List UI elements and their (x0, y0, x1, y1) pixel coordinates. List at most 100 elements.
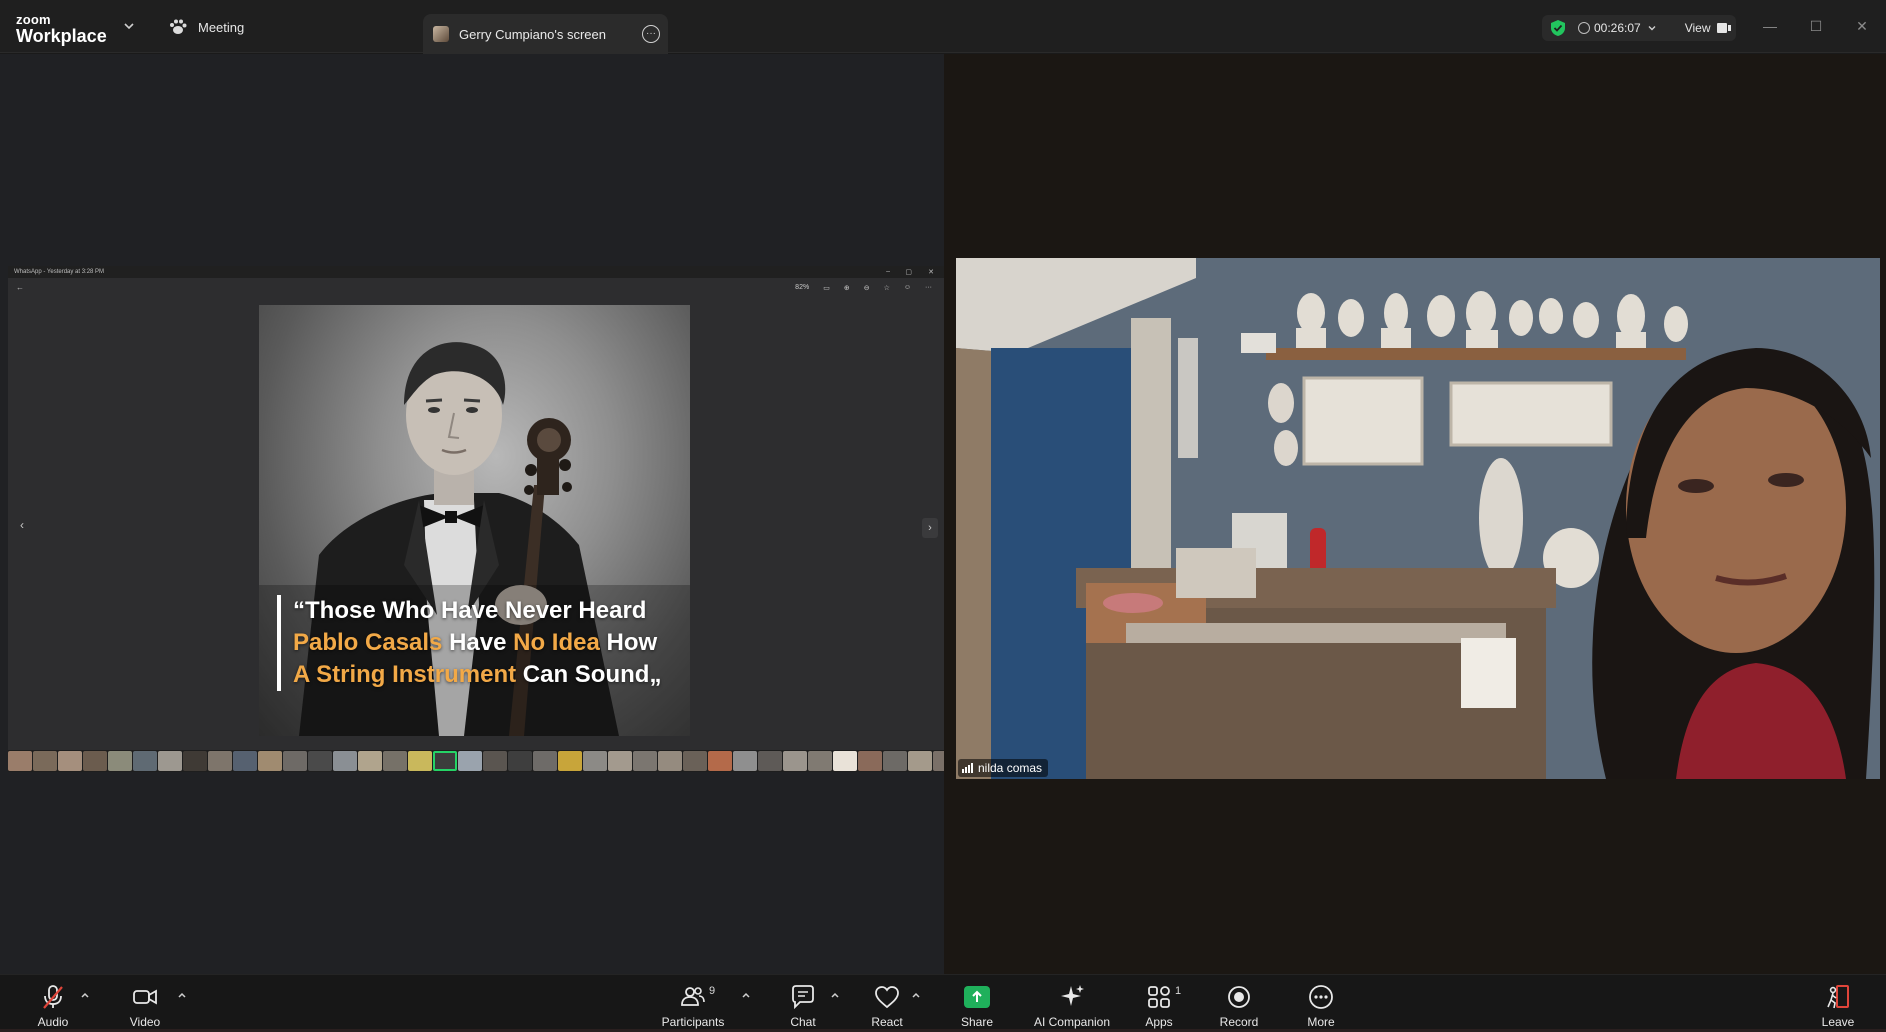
zoom-logo[interactable]: zoom Workplace (16, 13, 107, 45)
participants-button[interactable]: Participants (648, 983, 738, 1029)
media-thumbnail[interactable] (258, 751, 282, 771)
chevron-up-icon[interactable] (176, 989, 188, 1001)
media-thumbnail[interactable] (308, 751, 332, 771)
media-thumbnail[interactable] (583, 751, 607, 771)
ai-companion-button[interactable]: AI Companion (1027, 983, 1117, 1029)
media-thumbnail[interactable] (508, 751, 532, 771)
media-thumbnail[interactable] (333, 751, 357, 771)
media-thumbnail[interactable] (83, 751, 107, 771)
leave-button[interactable]: Leave (1793, 983, 1883, 1029)
chevron-down-icon[interactable] (1647, 23, 1657, 33)
media-thumbnail[interactable] (733, 751, 757, 771)
media-thumbnail-selected[interactable] (433, 751, 457, 771)
quote-highlight3: A String Instrument (293, 661, 517, 688)
chat-label: Chat (790, 1015, 816, 1029)
participant-video-frame (956, 258, 1880, 779)
chevron-down-icon[interactable] (122, 19, 136, 33)
media-thumbnail[interactable] (808, 751, 832, 771)
viewer-title: WhatsApp - Yesterday at 3:28 PM (14, 269, 105, 275)
apps-label: Apps (1145, 1015, 1173, 1029)
media-thumbnail[interactable] (458, 751, 482, 771)
more-icon[interactable]: ··· (925, 284, 932, 292)
maximize-icon[interactable]: ☐ (1808, 18, 1824, 34)
media-thumbnail[interactable] (783, 751, 807, 771)
media-thumbnail[interactable] (408, 751, 432, 771)
previous-arrow-icon[interactable]: ‹ (20, 518, 24, 532)
video-panel: nilda comas (944, 54, 1886, 974)
react-label: React (871, 1015, 903, 1029)
media-thumbnail[interactable] (58, 751, 82, 771)
emoji-icon[interactable]: ☺ (904, 284, 911, 292)
media-thumbnail[interactable] (908, 751, 932, 771)
back-arrow-icon[interactable]: ← (16, 283, 24, 292)
minimize-icon[interactable]: – (886, 268, 890, 275)
close-icon[interactable]: ✕ (1854, 18, 1870, 34)
signal-strength-icon (962, 763, 973, 773)
media-thumbnail[interactable] (33, 751, 57, 771)
more-label: More (1307, 1015, 1335, 1029)
next-arrow-icon[interactable]: › (922, 518, 938, 538)
chevron-up-icon[interactable] (910, 989, 922, 1001)
media-thumbnail[interactable] (233, 751, 257, 771)
quote-highlight1: Pablo Casals (293, 629, 443, 656)
logo-line1: zoom (16, 12, 51, 27)
more-options-icon[interactable]: ··· (642, 25, 660, 43)
star-icon[interactable]: ☆ (884, 284, 890, 292)
share-button[interactable]: Share (932, 983, 1022, 1029)
audio-label: Audio (37, 1015, 69, 1029)
participant-video-tile[interactable]: nilda comas (956, 258, 1880, 779)
media-thumbnail[interactable] (483, 751, 507, 771)
zoom-in-icon[interactable]: ⊕ (844, 284, 850, 292)
record-button[interactable]: Record (1194, 983, 1284, 1029)
media-thumbnail[interactable] (858, 751, 882, 771)
media-thumbnail[interactable] (658, 751, 682, 771)
paw-icon (170, 19, 187, 34)
media-thumbnail[interactable] (358, 751, 382, 771)
zoom-out-icon[interactable]: ⊖ (864, 284, 870, 292)
quote-text: “Those Who Have Never Heard Pablo Casals… (277, 595, 677, 691)
view-button[interactable]: View (1685, 21, 1731, 35)
ai-companion-label: AI Companion (1033, 1015, 1111, 1029)
chevron-up-icon[interactable] (829, 989, 841, 1001)
media-thumbnail[interactable] (883, 751, 907, 771)
media-thumbnail[interactable] (608, 751, 632, 771)
media-thumbnail[interactable] (158, 751, 182, 771)
zoom-level[interactable]: 82% (795, 284, 809, 292)
participants-label: Participants (661, 1015, 725, 1029)
media-thumbnail[interactable] (633, 751, 657, 771)
leave-label: Leave (1821, 1015, 1855, 1029)
maximize-icon[interactable]: ▢ (905, 268, 912, 276)
media-thumbnail[interactable] (208, 751, 232, 771)
close-icon[interactable]: ✕ (928, 268, 934, 276)
shield-check-icon[interactable] (1550, 19, 1566, 37)
tab-meeting[interactable]: Meeting (168, 14, 244, 40)
media-thumbnail[interactable] (283, 751, 307, 771)
media-thumbnail[interactable] (533, 751, 557, 771)
chevron-up-icon[interactable] (79, 989, 91, 1001)
tab-shared-screen[interactable]: Gerry Cumpiano's screen ··· (423, 14, 668, 54)
media-thumbnail[interactable] (558, 751, 582, 771)
clock-icon (1578, 22, 1590, 34)
fit-screen-icon[interactable]: ▭ (823, 284, 830, 292)
apps-count: 1 (1175, 985, 1182, 997)
media-thumbnail[interactable] (8, 751, 32, 771)
media-thumbnail[interactable] (133, 751, 157, 771)
meeting-info-pill[interactable]: 00:26:07 View (1542, 15, 1736, 41)
media-thumbnail[interactable] (758, 751, 782, 771)
more-icon (1309, 985, 1333, 1009)
minimize-icon[interactable]: — (1762, 18, 1778, 34)
media-thumbnail[interactable] (108, 751, 132, 771)
whatsapp-media-viewer: WhatsApp - Yesterday at 3:28 PM – ▢ ✕ ← … (8, 266, 944, 772)
apps-button[interactable]: Apps (1114, 983, 1204, 1029)
view-layout-icon (1716, 23, 1731, 33)
media-thumbnail[interactable] (183, 751, 207, 771)
more-button[interactable]: More (1276, 983, 1366, 1029)
media-thumbnail[interactable] (708, 751, 732, 771)
media-thumbnail[interactable] (933, 751, 944, 771)
chevron-up-icon[interactable] (740, 989, 752, 1001)
media-thumbnail[interactable] (833, 751, 857, 771)
media-thumbnail[interactable] (683, 751, 707, 771)
shared-photo: “Those Who Have Never Heard Pablo Casals… (259, 305, 690, 736)
media-thumbnail[interactable] (383, 751, 407, 771)
record-icon (1228, 986, 1250, 1008)
